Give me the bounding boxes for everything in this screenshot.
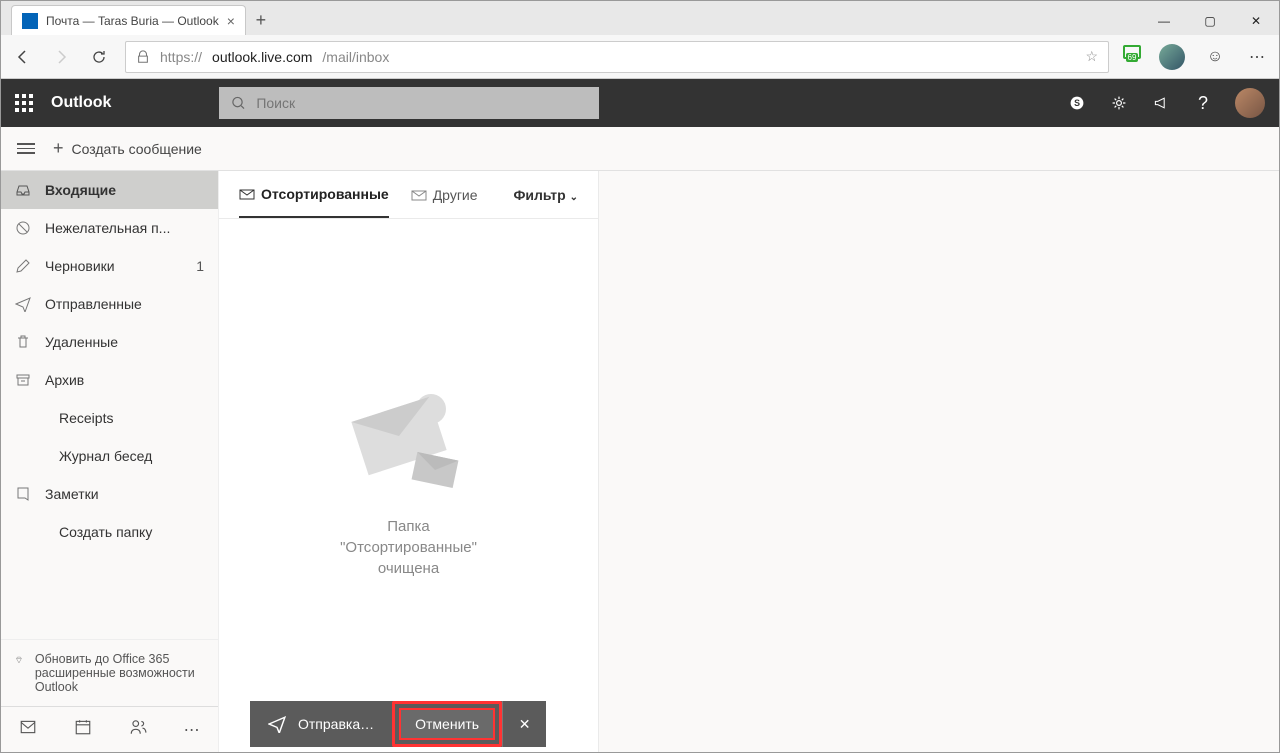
undo-send-button[interactable]: Отменить [399, 708, 495, 740]
create-folder-button[interactable]: Создать папку [1, 513, 218, 551]
browser-menu-button[interactable]: ⋯ [1245, 45, 1269, 69]
search-box[interactable] [219, 87, 599, 119]
mail-module-icon[interactable] [19, 718, 37, 741]
chevron-down-icon: ⌄ [570, 192, 578, 203]
inbox-tabs: Отсортированные Другие Фильтр ⌄ [219, 171, 598, 219]
folder-junk[interactable]: Нежелательная п... [1, 209, 218, 247]
favorite-icon[interactable]: ☆ [1085, 48, 1098, 65]
nav-back-button[interactable] [11, 45, 35, 69]
browser-tab[interactable]: Почта — Taras Buria — Outlook × [11, 5, 246, 35]
junk-icon [15, 220, 31, 236]
reading-pane [599, 171, 1279, 752]
upgrade-prompt[interactable]: Обновить до Office 365 расширенные возмо… [1, 639, 218, 706]
tab-title: Почта — Taras Buria — Outlook [46, 14, 219, 28]
extension-icon[interactable]: 69 [1123, 45, 1141, 68]
people-module-icon[interactable] [129, 718, 147, 741]
new-tab-button[interactable]: + [246, 5, 276, 35]
empty-envelope-icon [354, 394, 464, 494]
diamond-icon [15, 652, 23, 668]
search-icon [231, 95, 246, 111]
window-controls: — ▢ ✕ [1141, 7, 1279, 35]
sent-icon [15, 296, 31, 312]
new-message-button[interactable]: + Создать сообщение [53, 138, 202, 159]
svg-text:S: S [1074, 98, 1080, 108]
folder-receipts[interactable]: Receipts [1, 399, 218, 437]
more-modules-icon[interactable]: ⋯ [184, 720, 200, 740]
pencil-icon [15, 258, 31, 274]
folder-deleted[interactable]: Удаленные [1, 323, 218, 361]
app-launcher-icon[interactable] [15, 94, 33, 112]
main-area: Входящие Нежелательная п... Черновики 1 … [1, 171, 1279, 752]
app-brand: Outlook [51, 94, 111, 112]
message-list-pane: Отсортированные Другие Фильтр ⌄ Папка "О… [219, 171, 599, 752]
new-message-label: Создать сообщение [72, 141, 202, 157]
feedback-icon[interactable]: ☺ [1203, 45, 1227, 69]
empty-state: Папка "Отсортированные" очищена [219, 219, 598, 752]
folder-sidebar: Входящие Нежелательная п... Черновики 1 … [1, 171, 219, 752]
other-icon [411, 188, 427, 202]
undo-send-highlight: Отменить [392, 701, 502, 747]
window-maximize-button[interactable]: ▢ [1187, 7, 1233, 35]
browser-address-bar: https:// outlook.live.com/mail/inbox ☆ 69… [1, 35, 1279, 79]
profile-avatar-icon[interactable] [1159, 44, 1185, 70]
command-bar: + Создать сообщение [1, 127, 1279, 171]
archive-icon [15, 372, 31, 388]
hamburger-icon[interactable] [17, 143, 35, 154]
window-close-button[interactable]: ✕ [1233, 7, 1279, 35]
folder-archive[interactable]: Архив [1, 361, 218, 399]
module-switcher: ⋯ [1, 706, 218, 752]
focused-icon [239, 187, 255, 201]
tab-focused[interactable]: Отсортированные [239, 171, 389, 218]
outlook-favicon-icon [22, 13, 38, 29]
tab-close-icon[interactable]: × [227, 13, 235, 29]
sending-toast: Отправка… Отменить ✕ [250, 701, 546, 747]
plus-icon: + [53, 138, 64, 159]
folder-sent[interactable]: Отправленные [1, 285, 218, 323]
url-path: /mail/inbox [322, 49, 389, 65]
megaphone-icon[interactable] [1151, 93, 1171, 113]
url-input[interactable]: https:// outlook.live.com/mail/inbox ☆ [125, 41, 1109, 73]
app-header: Outlook S ? [1, 79, 1279, 127]
skype-icon[interactable]: S [1067, 93, 1087, 113]
calendar-module-icon[interactable] [74, 718, 92, 741]
trash-icon [15, 334, 31, 350]
url-scheme: https:// [160, 49, 202, 65]
help-icon[interactable]: ? [1193, 93, 1213, 113]
send-icon [268, 715, 286, 733]
window-minimize-button[interactable]: — [1141, 7, 1187, 35]
notes-icon [15, 486, 31, 502]
url-host: outlook.live.com [212, 49, 312, 65]
folder-conversation-history[interactable]: Журнал бесед [1, 437, 218, 475]
folder-drafts[interactable]: Черновики 1 [1, 247, 218, 285]
lock-icon [136, 50, 150, 64]
browser-titlebar: Почта — Taras Buria — Outlook × + — ▢ ✕ [1, 1, 1279, 35]
folder-notes[interactable]: Заметки [1, 475, 218, 513]
nav-refresh-button[interactable] [87, 45, 111, 69]
drafts-count: 1 [196, 258, 204, 274]
settings-gear-icon[interactable] [1109, 93, 1129, 113]
inbox-icon [15, 182, 31, 198]
toast-close-button[interactable]: ✕ [502, 701, 546, 747]
folder-inbox[interactable]: Входящие [1, 171, 218, 209]
nav-forward-button [49, 45, 73, 69]
toast-status: Отправка… [250, 701, 392, 747]
tab-other[interactable]: Другие [411, 171, 478, 218]
filter-button[interactable]: Фильтр ⌄ [513, 187, 578, 203]
search-input[interactable] [256, 95, 587, 111]
account-avatar-icon[interactable] [1235, 88, 1265, 118]
